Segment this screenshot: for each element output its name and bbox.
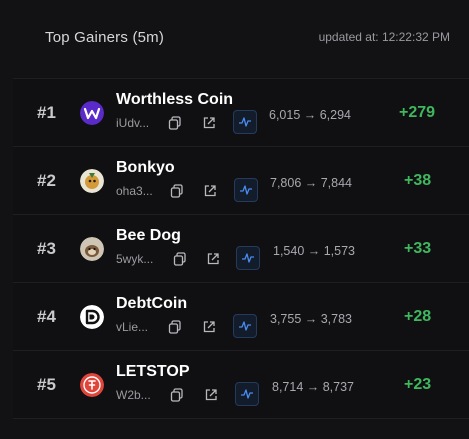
panel-title: Top Gainers (5m) [45, 29, 165, 46]
updated-timestamp: updated at: 12:22:32 PM [318, 30, 450, 44]
token-name[interactable]: Worthless Coin [116, 91, 233, 109]
gainers-list: #1 Worthless Coin iUdv... 6,015 → 6,294 … [13, 78, 469, 419]
token-address: oha3... [116, 184, 153, 198]
pulse-chart-icon [239, 321, 251, 331]
panel-header: Top Gainers (5m) updated at: 12:22:32 PM [0, 0, 469, 78]
token-address: iUdv... [116, 116, 150, 130]
chart-button[interactable] [233, 314, 257, 338]
token-address: W2b... [116, 388, 151, 402]
external-link-icon[interactable] [202, 320, 218, 336]
chart-button[interactable] [234, 178, 258, 202]
token-name[interactable]: LETSTOP [116, 363, 190, 381]
chart-button[interactable] [236, 246, 260, 270]
bonkyo-logo-icon [80, 169, 104, 193]
pulse-chart-icon [241, 389, 253, 399]
rank-label: #5 [37, 375, 56, 394]
pulse-chart-icon [240, 185, 252, 195]
market-cap-range: 7,806 → 7,844 [270, 176, 353, 190]
token-name[interactable]: DebtCoin [116, 295, 187, 313]
external-link-icon[interactable] [204, 388, 220, 404]
market-cap-range: 6,015 → 6,294 [269, 108, 352, 122]
gain-value: +38 [404, 172, 432, 189]
external-link-icon[interactable] [206, 252, 222, 268]
token-name[interactable]: Bonkyo [116, 159, 175, 177]
copy-icon[interactable] [170, 184, 186, 200]
pulse-chart-icon [239, 117, 251, 127]
market-cap-range: 1,540 → 1,573 [273, 244, 356, 258]
table-row[interactable]: #2 Bonkyo oha3... 7,806 → 7,844 +38 [13, 146, 469, 214]
rank-label: #3 [37, 239, 56, 258]
top-gainers-panel: Top Gainers (5m) updated at: 12:22:32 PM… [0, 0, 469, 439]
market-cap-range: 8,714 → 8,737 [272, 380, 355, 394]
gain-value: +33 [404, 240, 432, 257]
worthless-coin-logo-icon [80, 101, 104, 125]
chart-button[interactable] [233, 110, 257, 134]
debtcoin-logo-icon [80, 305, 104, 329]
copy-icon[interactable] [168, 320, 184, 336]
gain-value: +279 [399, 104, 436, 121]
copy-icon[interactable] [173, 252, 189, 268]
rank-label: #4 [37, 307, 56, 326]
bee-dog-logo-icon [80, 237, 104, 261]
copy-icon[interactable] [168, 116, 184, 132]
external-link-icon[interactable] [203, 184, 219, 200]
rank-label: #1 [37, 103, 56, 122]
token-address: 5wyk... [116, 252, 154, 266]
gain-value: +28 [404, 308, 432, 325]
rank-label: #2 [37, 171, 56, 190]
external-link-icon[interactable] [202, 116, 218, 132]
token-address: vLie... [116, 320, 149, 334]
gain-value: +23 [404, 376, 432, 393]
chart-button[interactable] [235, 382, 259, 406]
letstop-logo-icon [80, 373, 104, 397]
pulse-chart-icon [242, 253, 254, 263]
table-row[interactable]: #3 Bee Dog 5wyk... 1,540 → 1,573 +33 [13, 214, 469, 282]
table-row[interactable]: #5 LETSTOP W2b... 8,714 → 8,737 +23 [13, 350, 469, 419]
table-row[interactable]: #1 Worthless Coin iUdv... 6,015 → 6,294 … [13, 78, 469, 146]
table-row[interactable]: #4 DebtCoin vLie... 3,755 → 3,783 +28 [13, 282, 469, 350]
token-name[interactable]: Bee Dog [116, 227, 181, 245]
copy-icon[interactable] [170, 388, 186, 404]
market-cap-range: 3,755 → 3,783 [270, 312, 353, 326]
